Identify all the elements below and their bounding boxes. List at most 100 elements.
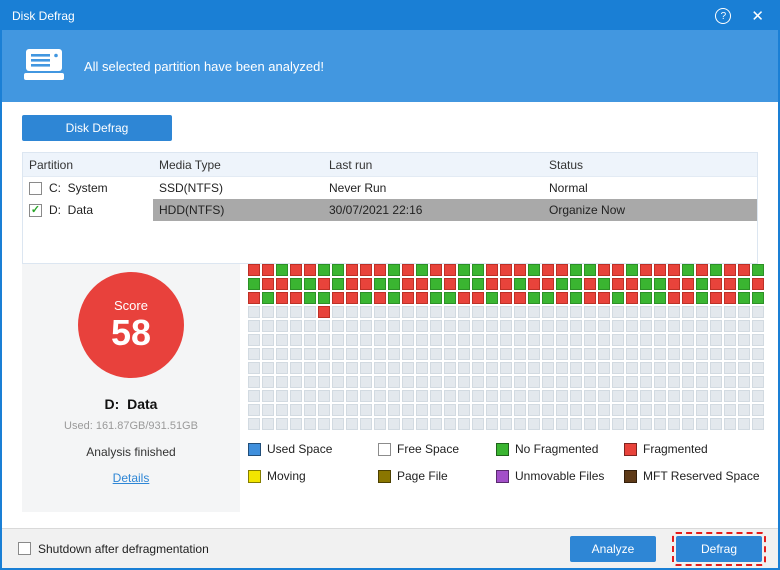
block-cell — [374, 292, 386, 304]
block-cell — [584, 320, 596, 332]
block-cell — [584, 376, 596, 388]
block-cell — [388, 376, 400, 388]
block-cell — [654, 306, 666, 318]
block-cell — [248, 320, 260, 332]
block-cell — [528, 404, 540, 416]
block-cell — [682, 348, 694, 360]
block-cell — [752, 334, 764, 346]
block-cell — [318, 306, 330, 318]
block-cell — [304, 320, 316, 332]
block-cell — [416, 362, 428, 374]
block-cell — [346, 418, 358, 430]
help-button[interactable]: ? — [715, 8, 731, 24]
block-cell — [640, 264, 652, 276]
block-cell — [752, 362, 764, 374]
block-cell — [752, 320, 764, 332]
block-cell — [318, 404, 330, 416]
block-cell — [570, 278, 582, 290]
block-cell — [388, 348, 400, 360]
legend-swatch — [624, 470, 637, 483]
shutdown-option[interactable]: Shutdown after defragmentation — [18, 542, 209, 556]
block-cell — [458, 348, 470, 360]
block-cell — [416, 264, 428, 276]
block-cell — [598, 278, 610, 290]
block-cell — [458, 278, 470, 290]
score-label: Score — [114, 298, 148, 313]
block-cell — [290, 390, 302, 402]
details-link[interactable]: Details — [113, 471, 150, 485]
block-cell — [360, 404, 372, 416]
block-cell — [472, 292, 484, 304]
block-cell — [598, 376, 610, 388]
block-cell — [318, 334, 330, 346]
block-cell — [752, 278, 764, 290]
block-cell — [388, 404, 400, 416]
block-cell — [262, 418, 274, 430]
legend-item: Used Space — [248, 442, 378, 456]
block-cell — [654, 362, 666, 374]
block-cell — [332, 264, 344, 276]
block-cell — [472, 334, 484, 346]
block-cell — [458, 418, 470, 430]
block-cell — [262, 264, 274, 276]
legend-item: Fragmented — [624, 442, 764, 456]
block-cell — [472, 264, 484, 276]
footer-bar: Shutdown after defragmentation Analyze D… — [2, 528, 778, 568]
partition-label: C: System — [49, 181, 108, 195]
drive-name: D: Data — [105, 396, 158, 412]
block-cell — [388, 362, 400, 374]
block-cell — [528, 362, 540, 374]
score-value: 58 — [111, 313, 151, 353]
block-cell — [598, 418, 610, 430]
block-cell — [262, 404, 274, 416]
shutdown-label: Shutdown after defragmentation — [38, 542, 209, 556]
block-cell — [430, 306, 442, 318]
block-cell — [752, 418, 764, 430]
block-cell — [556, 418, 568, 430]
shutdown-checkbox[interactable] — [18, 542, 31, 555]
block-cell — [458, 320, 470, 332]
block-cell — [682, 404, 694, 416]
block-cell — [598, 306, 610, 318]
lastrun-cell: 30/07/2021 22:16 — [323, 199, 543, 221]
block-cell — [262, 348, 274, 360]
column-header: Partition — [23, 158, 153, 172]
partition-checkbox[interactable]: ✓ — [29, 204, 42, 217]
block-cell — [276, 390, 288, 402]
status-cell: Organize Now — [543, 199, 757, 221]
block-cell — [276, 348, 288, 360]
block-cell — [696, 376, 708, 388]
block-cell — [500, 292, 512, 304]
analyze-button[interactable]: Analyze — [570, 536, 656, 562]
partition-row[interactable]: ✓D: DataHDD(NTFS)30/07/2021 22:16Organiz… — [23, 199, 757, 221]
block-cell — [318, 348, 330, 360]
partition-table: PartitionMedia TypeLast runStatus C: Sys… — [22, 152, 758, 264]
defrag-highlight-box: Defrag — [672, 532, 766, 566]
column-header: Media Type — [153, 158, 323, 172]
close-button[interactable]: ✕ — [747, 9, 768, 24]
block-cell — [276, 320, 288, 332]
block-cell — [696, 404, 708, 416]
block-cell — [304, 376, 316, 388]
block-cell — [570, 320, 582, 332]
block-cell — [696, 390, 708, 402]
block-cell — [542, 278, 554, 290]
partition-label: D: Data — [49, 203, 93, 217]
block-cell — [472, 390, 484, 402]
partition-checkbox[interactable] — [29, 182, 42, 195]
block-cell — [290, 320, 302, 332]
partition-cell: ✓ D: Data — [23, 199, 153, 221]
block-cell — [542, 334, 554, 346]
defrag-button[interactable]: Defrag — [676, 536, 762, 562]
block-cell — [570, 418, 582, 430]
block-cell — [738, 404, 750, 416]
partition-row[interactable]: C: SystemSSD(NTFS)Never RunNormal — [23, 177, 757, 199]
block-cell — [388, 292, 400, 304]
block-cell — [696, 348, 708, 360]
block-cell — [654, 390, 666, 402]
block-cell — [374, 348, 386, 360]
block-cell — [626, 404, 638, 416]
disk-defrag-tab[interactable]: Disk Defrag — [22, 115, 172, 141]
legend-item: Unmovable Files — [496, 469, 624, 483]
block-cell — [668, 292, 680, 304]
